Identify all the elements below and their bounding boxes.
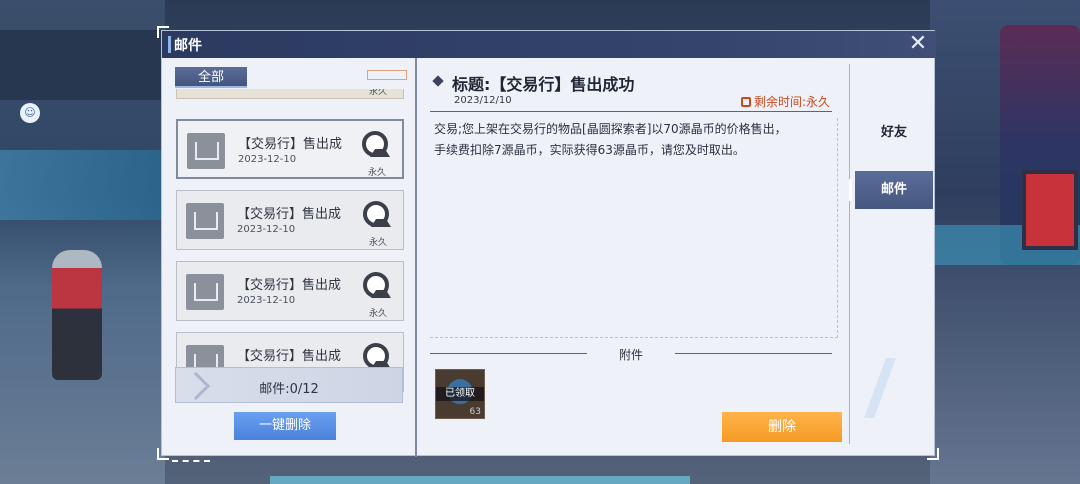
title-bar: 邮件 ✕ — [162, 31, 936, 58]
background-screen — [1022, 170, 1078, 250]
side-tabs-divider — [849, 64, 850, 444]
heading-divider — [430, 111, 832, 112]
mail-count: 邮件:0/12 — [259, 382, 319, 397]
mail-subject: 【交易行】售出成 — [238, 137, 343, 152]
seal-icon — [363, 343, 391, 369]
pane-divider — [415, 58, 417, 457]
window-title: 邮件 — [174, 38, 202, 54]
frame-corner — [157, 448, 169, 460]
background-left: ☺ — [0, 0, 165, 484]
filter-tab-all[interactable]: 全部 — [175, 67, 247, 88]
mail-date: 2023-12-10 — [237, 224, 296, 235]
seal-icon — [363, 201, 391, 227]
mail-expire: 永久 — [368, 309, 387, 319]
tab-mail-label: 邮件 — [880, 182, 907, 197]
mail-list-pane: 全部 永久 【交易行】售出成 2023-12-10 永久 【交易行】售出成 20… — [162, 58, 414, 457]
mail-date: 2023-12-10 — [237, 295, 296, 306]
attachment-quantity: 63 — [469, 407, 481, 417]
list-item-partial[interactable]: 永久 — [176, 89, 404, 99]
frame-corner — [157, 26, 169, 38]
envelope-icon — [186, 203, 224, 239]
side-tabs: 好友 邮件 — [845, 58, 936, 457]
title-accent — [168, 36, 171, 53]
background-right — [930, 0, 1080, 484]
mail-list-item[interactable]: 【交易行】售出成 2023-12-10 永久 — [176, 190, 404, 250]
attachments-header: 附件 — [430, 345, 832, 363]
delete-all-button[interactable]: 一键删除 — [234, 412, 336, 440]
background-band — [0, 150, 165, 220]
attachment-status: 已领取 — [436, 387, 484, 401]
active-tab-marker — [849, 179, 852, 201]
mail-expire: 永久 — [367, 168, 386, 178]
attachments-label: 附件 — [618, 348, 643, 362]
delete-button[interactable]: 删除 — [722, 412, 842, 442]
mail-detail-date: 2023/12/10 — [454, 95, 512, 106]
notification-badge-icon: ☺ — [20, 103, 40, 123]
mail-subject: 【交易行】售出成 — [237, 349, 342, 364]
mail-subject: 【交易行】售出成 — [237, 207, 342, 222]
clock-icon — [740, 97, 751, 107]
remaining-time: 剩余时间:永久 — [740, 93, 830, 110]
background-ceiling — [0, 30, 165, 100]
decorative-arrows — [864, 358, 936, 418]
close-icon[interactable]: ✕ — [906, 32, 930, 56]
mail-list[interactable]: 永久 【交易行】售出成 2023-12-10 永久 【交易行】售出成 2023-… — [170, 89, 410, 396]
character-figure — [52, 250, 102, 380]
mail-window: 邮件 ✕ 全部 永久 【交易行】售出成 2023-12-10 永久 【交易行】售… — [161, 30, 936, 457]
mail-expire: 永久 — [368, 89, 387, 97]
seal-icon — [363, 272, 391, 298]
tab-mail[interactable]: 邮件 — [849, 171, 933, 209]
mail-list-item[interactable]: 【交易行】售出成 2023-12-10 永久 — [176, 119, 404, 179]
floor-light-strip — [270, 476, 690, 484]
mail-heading: 标题:【交易行】售出成功 — [452, 75, 635, 94]
mail-body: 交易;您上架在交易行的物品[晶圆探索者]以70源晶币的价格售出，手续费扣除7源晶… — [434, 122, 787, 157]
frame-dash — [172, 460, 210, 462]
frame-corner — [927, 448, 939, 460]
diamond-icon — [432, 75, 444, 87]
envelope-icon — [186, 274, 224, 310]
attachment-item[interactable]: 已领取 63 — [435, 369, 485, 419]
category-tag — [367, 70, 407, 80]
attachments-line-right — [675, 353, 832, 354]
mail-expire: 永久 — [368, 238, 387, 248]
tab-friends[interactable]: 好友 — [859, 121, 929, 145]
mail-list-item[interactable]: 【交易行】售出成 2023-12-10 永久 — [176, 261, 404, 321]
mail-count-bar: 邮件:0/12 — [175, 367, 403, 403]
mail-detail-pane: 标题:【交易行】售出成功 2023/12/10 剩余时间:永久 交易;您上架在交… — [424, 58, 844, 457]
remaining-time-text: 剩余时间:永久 — [753, 95, 830, 109]
mail-date: 2023-12-10 — [238, 154, 297, 165]
envelope-icon — [187, 133, 225, 169]
seal-icon — [362, 131, 390, 157]
mail-subject: 【交易行】售出成 — [237, 278, 342, 293]
